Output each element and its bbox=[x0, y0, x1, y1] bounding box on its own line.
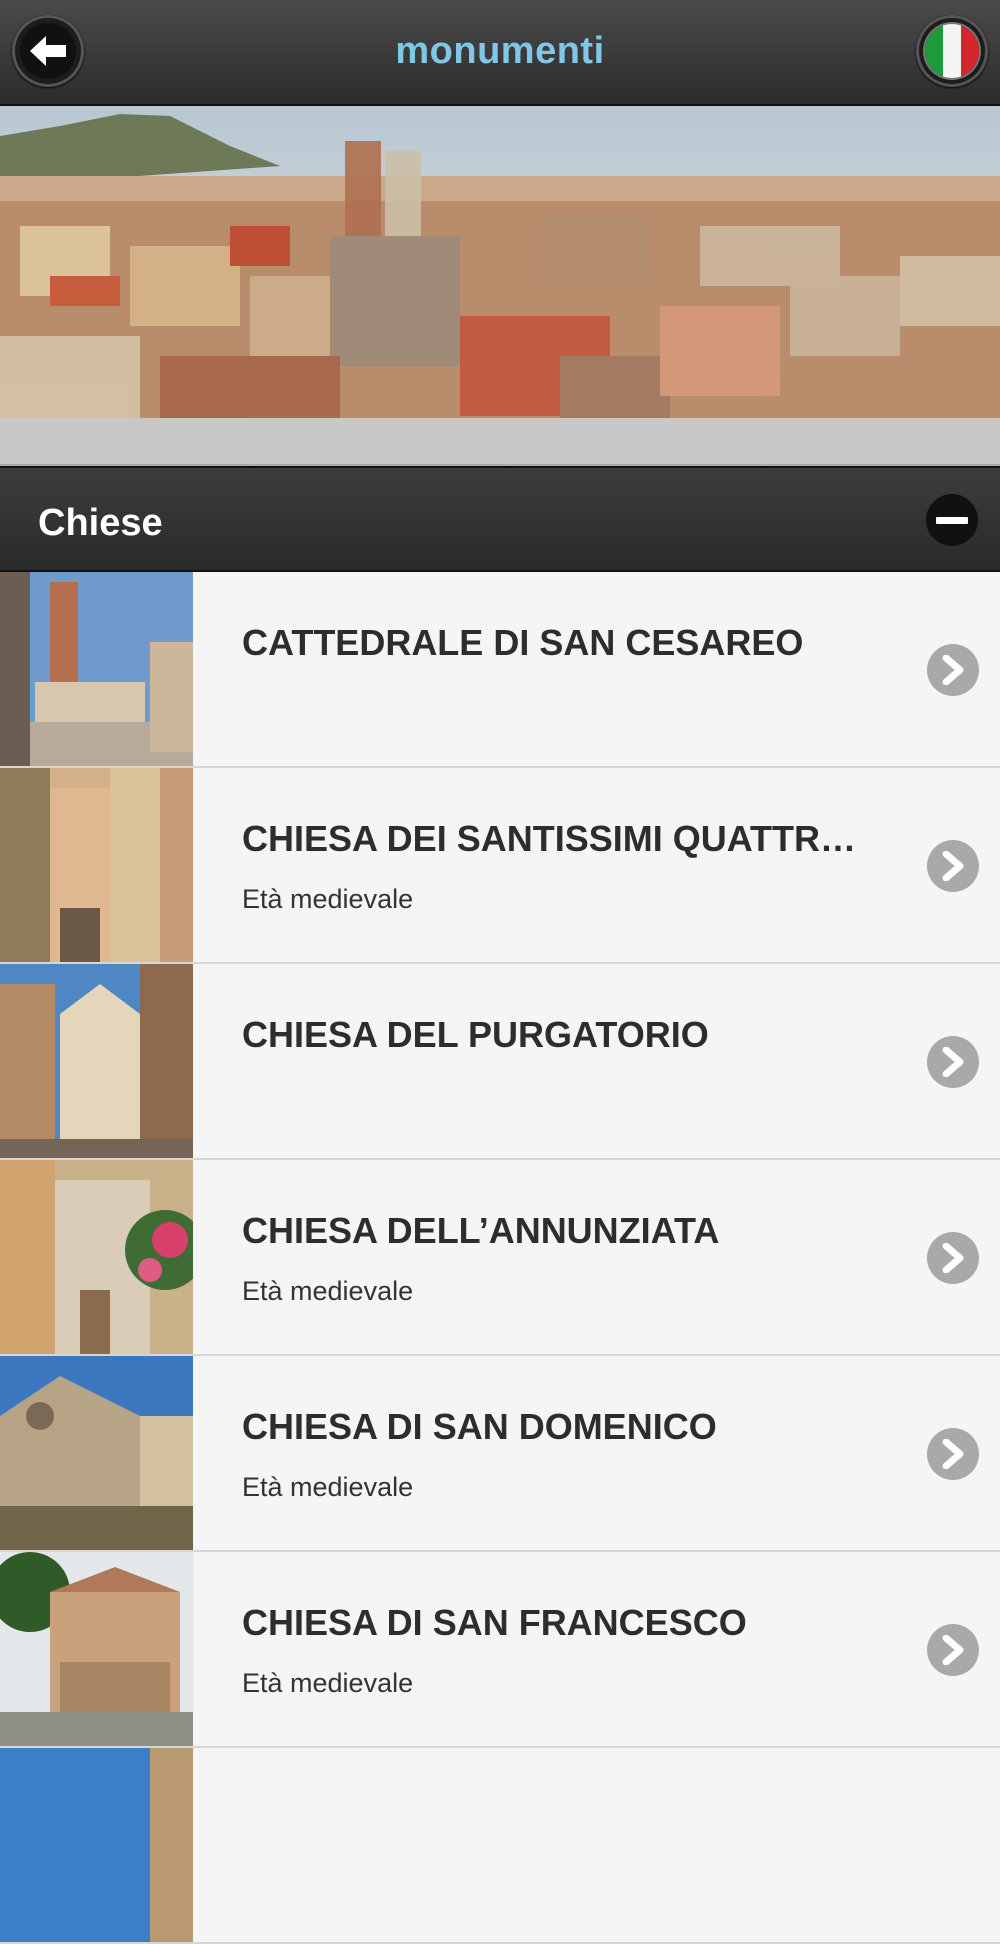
item-title: CHIESA DEI SANTISSIMI QUATTR… bbox=[242, 818, 857, 859]
item-title: CHIESA DELL’ANNUNZIATA bbox=[242, 1210, 720, 1251]
item-title: CHIESA DEL PURGATORIO bbox=[242, 1014, 709, 1055]
list-item[interactable]: CHIESA DELL’ANNUNZIATA Età medievale bbox=[0, 1160, 1000, 1356]
thumbnail-image bbox=[0, 768, 193, 962]
item-subtitle: Età medievale bbox=[242, 1276, 414, 1306]
thumbnail-image bbox=[0, 1552, 193, 1746]
chevron-right-icon[interactable] bbox=[927, 1036, 979, 1088]
monument-list: CATTEDRALE DI SAN CESAREO CHIESA DEI SAN… bbox=[0, 572, 1000, 1944]
list-item[interactable]: CHIESA DI SAN DOMENICO Età medievale bbox=[0, 1356, 1000, 1552]
chevron-right-icon[interactable] bbox=[927, 1624, 979, 1676]
thumbnail-image bbox=[0, 964, 193, 1158]
item-title: CATTEDRALE DI SAN CESAREO bbox=[242, 622, 804, 663]
item-title: CHIESA DI SAN FRANCESCO bbox=[242, 1602, 747, 1643]
list-item[interactable]: CATTEDRALE DI SAN CESAREO bbox=[0, 572, 1000, 768]
chevron-right-icon[interactable] bbox=[927, 1428, 979, 1480]
thumbnail-image bbox=[0, 1356, 193, 1550]
page-title: monumenti bbox=[395, 30, 605, 72]
item-subtitle: Età medievale bbox=[242, 1668, 414, 1698]
chevron-right-icon[interactable] bbox=[927, 1232, 979, 1284]
list-item[interactable] bbox=[0, 1748, 1000, 1944]
top-bar: monumenti bbox=[0, 0, 1000, 106]
minus-icon bbox=[936, 516, 968, 524]
thumbnail-image bbox=[0, 1160, 193, 1354]
divider-strip bbox=[0, 418, 1000, 466]
list-item[interactable]: CHIESA DEL PURGATORIO bbox=[0, 964, 1000, 1160]
italian-flag-icon bbox=[925, 24, 979, 78]
language-button[interactable] bbox=[916, 15, 988, 87]
collapse-button[interactable] bbox=[926, 494, 978, 546]
chevron-right-icon[interactable] bbox=[927, 644, 979, 696]
chevron-right-icon[interactable] bbox=[927, 840, 979, 892]
section-header-chiese[interactable]: Chiese bbox=[0, 466, 1000, 572]
banner-image bbox=[0, 106, 1000, 418]
item-subtitle: Età medievale bbox=[242, 1472, 414, 1502]
list-item[interactable]: CHIESA DEI SANTISSIMI QUATTR… Età mediev… bbox=[0, 768, 1000, 964]
list-item[interactable]: CHIESA DI SAN FRANCESCO Età medievale bbox=[0, 1552, 1000, 1748]
item-title: CHIESA DI SAN DOMENICO bbox=[242, 1406, 717, 1447]
thumbnail-image bbox=[0, 1748, 193, 1942]
section-title: Chiese bbox=[38, 502, 163, 544]
item-subtitle: Età medievale bbox=[242, 884, 414, 914]
thumbnail-image bbox=[0, 572, 193, 766]
